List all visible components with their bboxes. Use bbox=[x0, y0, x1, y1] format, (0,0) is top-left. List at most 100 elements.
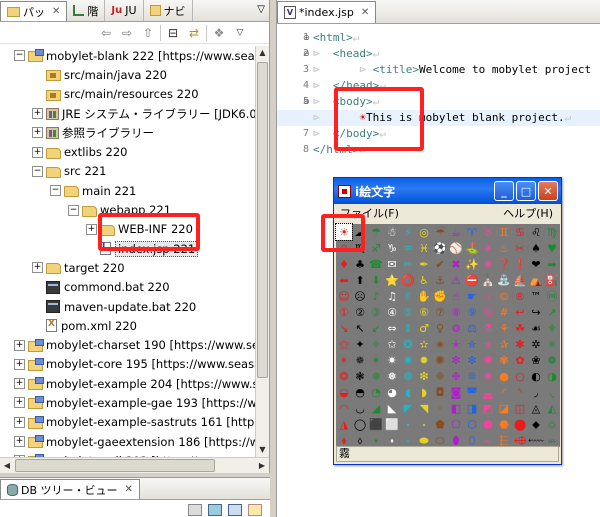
tree-horizontal-scrollbar[interactable]: ◀ ▶ bbox=[0, 457, 269, 473]
emoji-cell[interactable]: ⛺ bbox=[528, 272, 544, 288]
forward-arrow-icon[interactable]: ⇨ bbox=[118, 25, 136, 41]
emoji-cell[interactable]: ✶ bbox=[368, 352, 384, 368]
emoji-cell[interactable]: ◠ bbox=[336, 400, 352, 416]
tree-item[interactable]: + target 220 bbox=[0, 258, 255, 277]
emoji-cell[interactable]: ♣ bbox=[352, 256, 368, 272]
emoji-cell[interactable]: ⛔ bbox=[464, 272, 480, 288]
emoji-cell[interactable]: ⇕ bbox=[400, 320, 416, 336]
emoji-cell[interactable]: ⛲ bbox=[496, 272, 512, 288]
back-arrow-icon[interactable]: ⇦ bbox=[97, 25, 115, 41]
emoji-cell[interactable]: ◧ bbox=[448, 400, 464, 416]
emoji-cell[interactable]: ❄ bbox=[480, 256, 496, 272]
emoji-cell[interactable]: ❄ bbox=[368, 368, 384, 384]
emoji-cell[interactable]: ○ bbox=[512, 368, 528, 384]
db-filter-icon[interactable] bbox=[228, 504, 242, 516]
emoji-cell[interactable]: ☘ bbox=[512, 320, 528, 336]
emoji-cell[interactable]: ✵ bbox=[352, 352, 368, 368]
expand-icon[interactable]: + bbox=[32, 146, 43, 158]
emoji-cell[interactable]: ♐ bbox=[368, 240, 384, 256]
emoji-cell[interactable]: ☹ bbox=[352, 288, 368, 304]
close-icon[interactable]: ✕ bbox=[125, 484, 133, 495]
window-titlebar[interactable]: i絵文字 _ □ ✕ bbox=[334, 178, 561, 204]
emoji-cell[interactable]: ♥ bbox=[544, 240, 560, 256]
emoji-cell[interactable]: ❂ bbox=[336, 368, 352, 384]
emoji-cell[interactable]: ❁ bbox=[544, 352, 560, 368]
close-icon[interactable]: ✕ bbox=[52, 6, 60, 17]
tree-item[interactable]: + WEB-INF 220 bbox=[0, 220, 255, 239]
tree-vertical-scrollbar[interactable]: ▲ ▼ bbox=[255, 46, 269, 457]
tree-item[interactable]: + 参照ライブラリー bbox=[0, 123, 255, 142]
close-icon[interactable]: ✕ bbox=[361, 7, 369, 18]
emoji-cell[interactable]: ◤ bbox=[400, 400, 416, 416]
emoji-cell[interactable]: ⚓ bbox=[432, 272, 448, 288]
emoji-cell[interactable]: ⬟ bbox=[432, 416, 448, 432]
db-refresh-icon[interactable] bbox=[208, 504, 222, 516]
emoji-cell[interactable]: ⬛ bbox=[368, 416, 384, 432]
collapse-icon[interactable]: − bbox=[32, 165, 43, 177]
emoji-cell[interactable]: ◘ bbox=[432, 384, 448, 400]
emoji-cell[interactable]: ⬦ bbox=[544, 416, 560, 432]
emoji-cell[interactable]: ⭐ bbox=[384, 272, 400, 288]
emoji-cell[interactable]: ♒ bbox=[400, 240, 416, 256]
emoji-cell[interactable]: ♪ bbox=[368, 288, 384, 304]
emoji-cell[interactable]: ♑ bbox=[384, 240, 400, 256]
tab-hierarchy[interactable]: 階 bbox=[67, 0, 106, 21]
emoji-cell[interactable]: ✨ bbox=[464, 256, 480, 272]
emoji-cell[interactable]: ❓ bbox=[496, 256, 512, 272]
tree-item[interactable]: src/main/resources 220 bbox=[0, 85, 255, 104]
emoji-cell[interactable]: ⛳ bbox=[464, 240, 480, 256]
emoji-cell[interactable]: ☺ bbox=[336, 288, 352, 304]
expand-icon[interactable]: + bbox=[14, 378, 25, 390]
emoji-cell[interactable]: ✻ bbox=[448, 352, 464, 368]
scroll-up-icon[interactable]: ▲ bbox=[256, 46, 269, 60]
emoji-cell[interactable]: ❉ bbox=[448, 368, 464, 384]
emoji-cell[interactable]: ❇ bbox=[416, 368, 432, 384]
emoji-cell[interactable]: ☃ bbox=[384, 224, 400, 240]
scroll-thumb[interactable] bbox=[257, 62, 268, 378]
code-area[interactable]: <html>↵ ⊳ <head>↵ ⊳ ⊳ <title>Welcome to … bbox=[277, 30, 600, 158]
emoji-cell[interactable]: ❅ bbox=[384, 368, 400, 384]
emoji-cell[interactable]: ⭕ bbox=[400, 272, 416, 288]
emoji-cell[interactable]: ☔ bbox=[432, 224, 448, 240]
emoji-cell[interactable]: ⓜ bbox=[544, 288, 560, 304]
view-menu-icon[interactable]: ▽ bbox=[257, 4, 265, 15]
emoji-cell[interactable]: ◪ bbox=[496, 400, 512, 416]
fold-collapse-icon[interactable]: ⊖ bbox=[303, 33, 310, 42]
collapse-icon[interactable]: − bbox=[68, 204, 79, 216]
emoji-cell[interactable]: ✭ bbox=[448, 336, 464, 352]
emoji-cell[interactable]: ♠ bbox=[528, 240, 544, 256]
emoji-cell[interactable]: ❀ bbox=[528, 352, 544, 368]
emoji-cell[interactable]: ✩ bbox=[384, 336, 400, 352]
emoji-cell[interactable]: ⚘ bbox=[496, 320, 512, 336]
emoji-cell[interactable]: ⬝ bbox=[400, 416, 416, 432]
filter-icon[interactable]: ❖ bbox=[210, 25, 228, 41]
emoji-cell[interactable]: ◜ bbox=[496, 384, 512, 400]
emoji-cell[interactable]: ✿ bbox=[512, 352, 528, 368]
tree-item[interactable]: commond.bat 220 bbox=[0, 278, 255, 297]
expand-icon[interactable]: + bbox=[14, 397, 25, 409]
emoji-cell[interactable]: ◦ bbox=[432, 400, 448, 416]
emoji-cell[interactable]: ◨ bbox=[464, 400, 480, 416]
emoji-cell[interactable]: ✌ bbox=[400, 288, 416, 304]
emoji-cell[interactable]: ♫ bbox=[384, 288, 400, 304]
emoji-cell[interactable]: ♈ bbox=[464, 224, 480, 240]
emoji-cell[interactable]: © bbox=[496, 288, 512, 304]
emoji-cell[interactable]: ✪ bbox=[400, 336, 416, 352]
emoji-cell[interactable]: ✸ bbox=[400, 352, 416, 368]
emoji-cell[interactable]: ⬜ bbox=[384, 416, 400, 432]
tab-junit[interactable]: Ju JU bbox=[105, 0, 144, 21]
tree-item[interactable]: + mobylet-gaeextension 186 [https://www. bbox=[0, 432, 255, 451]
scroll-thumb[interactable] bbox=[15, 459, 215, 472]
emoji-cell[interactable]: ❋ bbox=[480, 368, 496, 384]
emoji-cell[interactable]: ◣ bbox=[384, 400, 400, 416]
emoji-cell[interactable]: ◎ bbox=[416, 224, 432, 240]
emoji-cell[interactable]: ✊ bbox=[432, 288, 448, 304]
emoji-cell[interactable]: ✏ bbox=[400, 256, 416, 272]
emoji-cell[interactable]: ◓ bbox=[352, 384, 368, 400]
emoji-cell[interactable]: ② bbox=[352, 304, 368, 320]
emoji-cell[interactable]: ✮ bbox=[464, 336, 480, 352]
emoji-cell[interactable]: ⑦ bbox=[432, 304, 448, 320]
expand-icon[interactable]: + bbox=[32, 108, 43, 120]
emoji-cell[interactable]: ✴ bbox=[336, 352, 352, 368]
emoji-cell[interactable]: ⛪ bbox=[480, 272, 496, 288]
